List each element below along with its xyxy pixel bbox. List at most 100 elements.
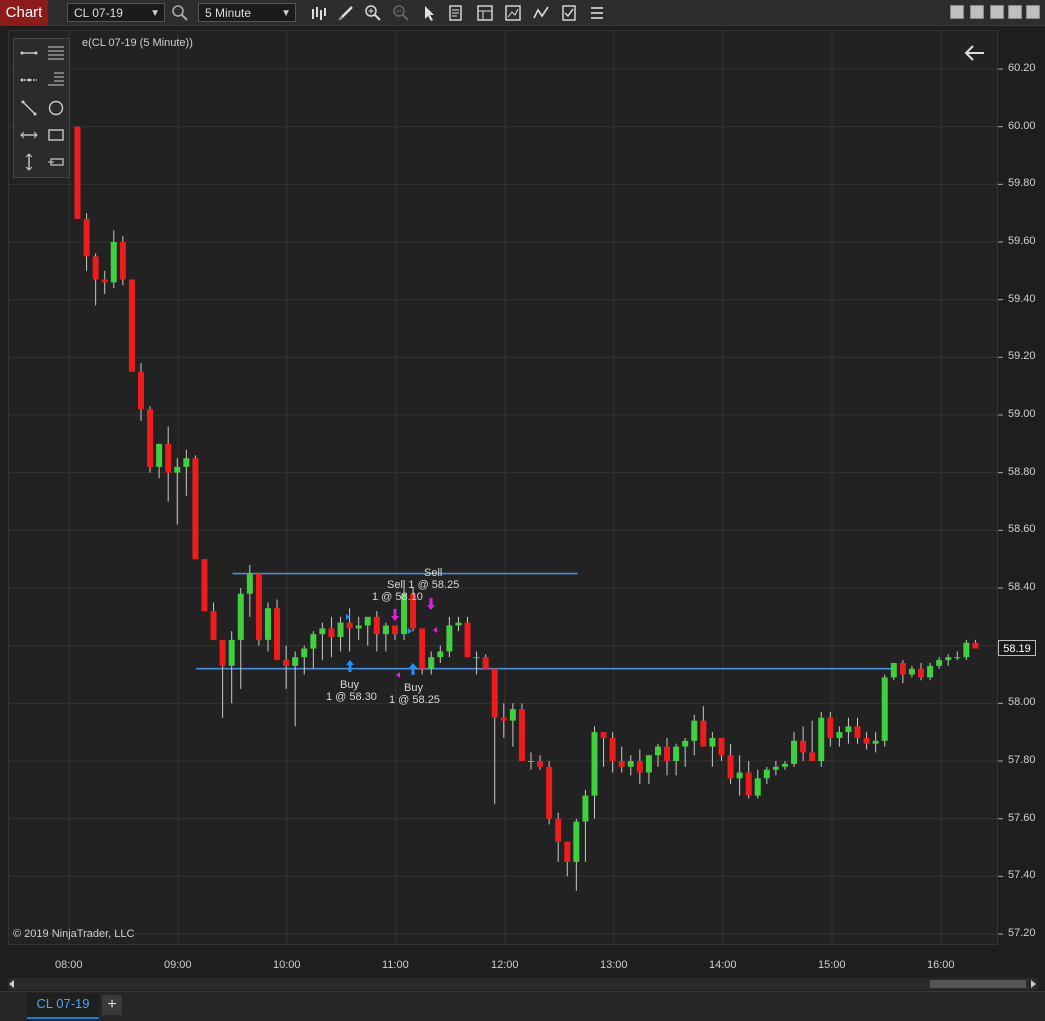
candle[interactable] [192,455,199,560]
candle[interactable] [518,703,525,761]
candle[interactable] [346,608,353,652]
candle[interactable] [754,769,761,799]
candle[interactable] [546,761,553,825]
candle[interactable] [609,732,616,773]
candle[interactable] [791,732,798,767]
candle[interactable] [165,426,172,502]
candle[interactable] [763,766,770,785]
candle[interactable] [455,616,462,632]
candle[interactable] [537,755,544,770]
candle[interactable] [963,639,970,661]
ray-tool-icon[interactable] [19,70,39,90]
candle[interactable] [174,458,181,525]
candle[interactable] [310,631,317,669]
rectangle-tool-icon[interactable] [46,125,66,145]
fibonacci-tool-icon[interactable] [46,43,66,63]
horizontal-scrollbar[interactable] [8,978,1038,990]
line-tool-icon[interactable] [19,43,39,63]
candle[interactable] [110,230,117,289]
candle[interactable] [854,717,861,744]
candle[interactable] [899,660,906,684]
scrollbar-thumb[interactable] [930,980,1026,988]
candle[interactable] [954,651,961,661]
candle[interactable] [709,732,716,767]
back-arrow-icon[interactable] [964,45,984,61]
candle[interactable] [654,743,661,767]
candle[interactable] [500,703,507,738]
candle[interactable] [972,639,979,649]
candle[interactable] [881,674,888,747]
candle[interactable] [890,662,897,681]
fib-extension-icon[interactable] [46,70,66,90]
tab-cl-07-19[interactable]: CL 07-19 [27,993,99,1019]
candle[interactable] [482,654,489,669]
candle[interactable] [872,732,879,753]
candle[interactable] [328,616,335,658]
candle[interactable] [473,651,480,675]
candle[interactable] [555,812,562,862]
candle[interactable] [382,622,389,652]
candle[interactable] [119,236,126,286]
candle[interactable] [509,703,516,747]
candle[interactable] [292,651,299,727]
candle[interactable] [283,645,290,689]
candle[interactable] [718,737,725,761]
candle[interactable] [246,564,253,617]
price-chart[interactable] [0,0,1045,1020]
candle[interactable] [301,645,308,675]
candle[interactable] [691,714,698,756]
candle[interactable] [772,761,779,776]
candle[interactable] [101,270,108,294]
candle[interactable] [391,625,398,640]
candle[interactable] [908,665,915,678]
candle[interactable] [700,706,707,747]
candle[interactable] [582,789,589,862]
candle[interactable] [645,755,652,785]
candle[interactable] [419,628,426,675]
candle[interactable] [591,726,598,819]
candle[interactable] [781,761,788,770]
candle[interactable] [927,662,934,681]
horizontal-line-icon[interactable] [19,125,39,145]
candle[interactable] [845,717,852,744]
candle[interactable] [945,654,952,666]
candle[interactable] [128,279,135,372]
candle[interactable] [210,602,217,640]
candle[interactable] [255,573,262,646]
candle[interactable] [528,752,534,770]
candle[interactable] [437,645,444,663]
candle[interactable] [237,588,244,689]
candle[interactable] [446,616,453,658]
candle[interactable] [92,253,99,306]
candle[interactable] [745,761,752,799]
candle[interactable] [727,743,734,785]
candle[interactable] [600,732,607,767]
candle[interactable] [618,746,625,773]
candle[interactable] [863,732,870,750]
extended-line-icon[interactable] [19,98,39,118]
candle[interactable] [83,213,90,271]
candle[interactable] [564,841,571,877]
add-tab-button[interactable]: + [102,995,122,1015]
candle[interactable] [74,126,81,219]
candle[interactable] [137,363,144,421]
candle[interactable] [682,737,689,767]
candle[interactable] [818,711,825,767]
candle[interactable] [201,559,208,612]
candle[interactable] [800,726,807,761]
candle[interactable] [264,602,271,652]
candle[interactable] [156,443,163,479]
candle[interactable] [337,616,344,652]
candle[interactable] [364,616,371,646]
candle[interactable] [627,755,634,776]
candle[interactable] [319,622,326,661]
candle[interactable] [636,749,643,785]
scroll-right-icon[interactable] [1029,980,1037,988]
candle[interactable] [673,743,680,776]
scroll-left-icon[interactable] [8,980,16,988]
candle[interactable] [836,726,843,747]
candle[interactable] [428,651,435,675]
candle[interactable] [464,616,471,658]
ellipse-tool-icon[interactable] [46,98,66,118]
candle[interactable] [355,616,362,640]
